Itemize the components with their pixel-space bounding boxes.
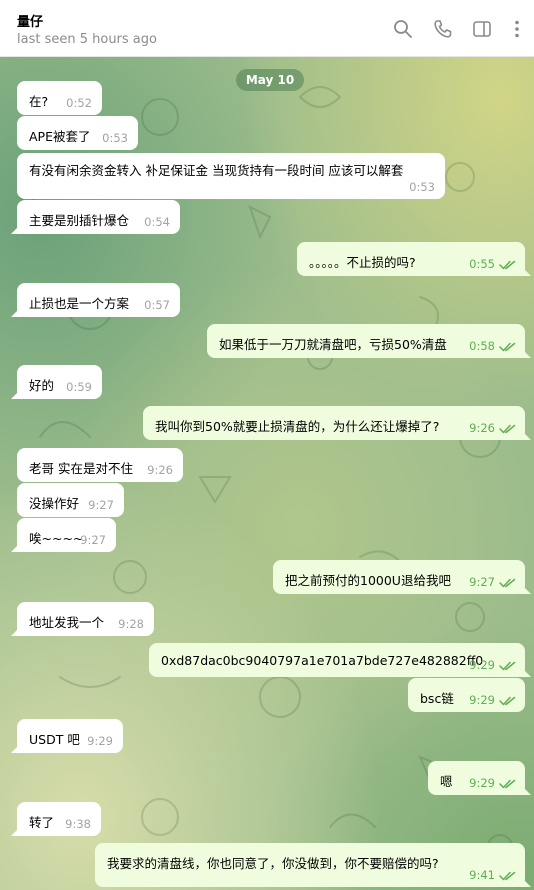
date-separator: May 10 [236,69,304,91]
message-text: USDT 吧 [29,732,80,747]
outgoing-message[interactable]: 把之前预付的1000U退给我吧 9:27 [273,560,525,594]
message-text: 嗯 [440,774,453,789]
incoming-message[interactable]: 唉~~~~ 9:27 [17,518,116,552]
message-text: 主要是别插针爆仓 [29,213,130,228]
incoming-message[interactable]: 有没有闲余资金转入 补足保证金 当现货持有一段时间 应该可以解套 0:53 [17,153,445,199]
last-seen-status: last seen 5 hours ago [17,32,157,47]
message-text: 止损也是一个方案 [29,296,130,311]
message-time: 9:29 [469,693,495,707]
message-time: 0:53 [102,131,128,145]
message-text: 唉~~~~ [29,531,84,546]
message-time: 9:26 [469,421,495,435]
message-text: 好的 [29,378,55,393]
sidebar-icon[interactable] [471,18,493,40]
message-time: 9:41 [469,868,495,882]
message-text: 有没有闲余资金转入 补足保证金 当现货持有一段时间 应该可以解套 [29,163,404,178]
message-time: 9:29 [87,734,113,748]
incoming-message[interactable]: 老哥 实在是对不住 9:26 [17,448,183,482]
message-time: 0:57 [144,298,170,312]
message-time: 0:55 [469,257,495,271]
read-checkmarks-icon [499,578,516,588]
message-text: 转了 [29,815,55,830]
message-time: 9:38 [65,817,91,831]
outgoing-message[interactable]: 嗯 9:29 [428,761,525,795]
incoming-message[interactable]: APE被套了 0:53 [17,116,138,150]
message-time: 0:54 [144,215,170,229]
message-time: 9:27 [80,533,106,547]
incoming-message[interactable]: 在? 0:52 [17,81,102,115]
message-text: 如果低于一万刀就清盘吧，亏损50%清盘 [219,337,447,352]
read-checkmarks-icon [499,260,516,270]
read-checkmarks-icon [499,871,516,881]
incoming-message[interactable]: 止损也是一个方案 0:57 [17,283,180,317]
message-text: 地址发我一个 [29,615,105,630]
more-icon[interactable] [506,18,528,40]
read-checkmarks-icon [499,342,516,352]
message-time: 0:53 [409,180,435,194]
message-text: 我叫你到50%就要止损清盘的，为什么还让爆掉了? [155,419,440,434]
read-checkmarks-icon [499,661,516,671]
message-text: APE被套了 [29,129,91,144]
read-checkmarks-icon [499,779,516,789]
outgoing-message[interactable]: 0xd87dac0bc9040797a1e701a7bde727e482882f… [149,643,525,677]
message-time: 0:58 [469,339,495,353]
message-text: 没操作好 [29,496,80,511]
message-time: 9:29 [469,776,495,790]
message-time: 0:52 [66,96,92,110]
message-text: 在? [29,94,49,109]
message-text: bsc链 [420,691,454,706]
incoming-message[interactable]: 转了 9:38 [17,802,101,836]
read-checkmarks-icon [499,424,516,434]
search-icon[interactable] [392,18,414,40]
outgoing-message[interactable]: 如果低于一万刀就清盘吧，亏损50%清盘 0:58 [207,324,525,358]
outgoing-message[interactable]: 。。。。。不止损的吗? 0:55 [297,242,525,276]
incoming-message[interactable]: 没操作好 9:27 [17,483,124,517]
message-text: 把之前预付的1000U退给我吧 [285,573,451,588]
incoming-message[interactable]: 主要是别插针爆仓 0:54 [17,200,180,234]
message-text: 我要求的清盘线，你也同意了，你没做到，你不要赔偿的吗? [107,856,439,871]
message-time: 9:27 [469,575,495,589]
message-time: 9:26 [147,463,173,477]
chat-area[interactable]: May 10 在? 0:52 APE被套了 0:53 有没有闲余资金转入 补足保证金 当… [0,57,534,890]
outgoing-message[interactable]: 我要求的清盘线，你也同意了，你没做到，你不要赔偿的吗? 9:41 [95,843,525,887]
incoming-message[interactable]: USDT 吧 9:29 [17,719,123,753]
message-time: 9:27 [88,498,114,512]
incoming-message[interactable]: 好的 0:59 [17,365,102,399]
message-time: 9:29 [469,658,495,672]
read-checkmarks-icon [499,696,516,706]
incoming-message[interactable]: 地址发我一个 9:28 [17,602,154,636]
message-text: 0xd87dac0bc9040797a1e701a7bde727e482882f… [161,653,484,668]
message-text: 老哥 实在是对不住 [29,461,133,476]
outgoing-message[interactable]: 我叫你到50%就要止损清盘的，为什么还让爆掉了? 9:26 [143,406,525,440]
message-time: 9:28 [118,617,144,631]
message-time: 0:59 [66,380,92,394]
phone-icon[interactable] [432,18,454,40]
outgoing-message[interactable]: bsc链 9:29 [408,678,525,712]
contact-name[interactable]: 量仔 [17,11,43,30]
message-text: 。。。。。不止损的吗? [309,255,416,270]
chat-header: 量仔 last seen 5 hours ago [0,0,534,57]
